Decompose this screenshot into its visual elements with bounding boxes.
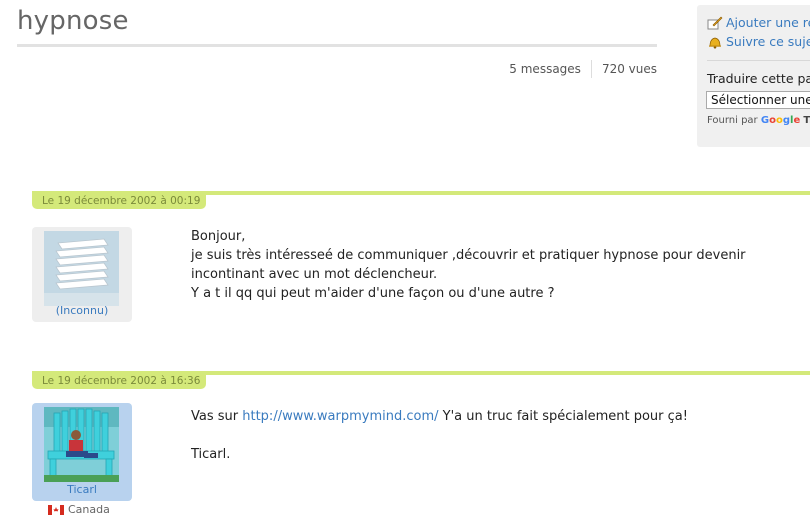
topic-stats: 5 messages 720 vues <box>509 60 657 78</box>
author-name[interactable]: (Inconnu) <box>32 304 132 317</box>
message-line: je suis très intéresseé de communiquer ,… <box>191 248 746 282</box>
pencil-icon <box>707 16 723 30</box>
message-line: Bonjour, <box>191 229 246 244</box>
author-country: Canada <box>48 503 110 516</box>
topic-title: hypnose <box>17 6 129 36</box>
add-reply-link[interactable]: Ajouter une ré <box>707 15 810 30</box>
canada-flag-icon <box>48 504 64 515</box>
avatar[interactable] <box>44 231 119 306</box>
author-card: Ticarl <box>32 403 132 501</box>
message-line: Y a t il qq qui peut m'aider d'une façon… <box>191 286 555 301</box>
message-line: Vas sur http://www.warpmymind.com/ Y'a u… <box>191 409 688 424</box>
external-link[interactable]: http://www.warpmymind.com/ <box>242 409 438 424</box>
message-count: 5 messages <box>509 62 581 76</box>
post-date: Le 19 décembre 2002 à 00:19 <box>32 193 207 209</box>
google-translate-credit: Fourni par Google Tr <box>707 115 810 126</box>
bell-icon <box>707 35 723 49</box>
topic-actions-panel: Ajouter une ré Suivre ce sujet Traduire … <box>697 5 810 147</box>
post-date: Le 19 décembre 2002 à 16:36 <box>32 373 207 389</box>
follow-topic-link[interactable]: Suivre ce sujet <box>707 34 810 49</box>
post-message: Vas sur http://www.warpmymind.com/ Y'a u… <box>191 407 801 464</box>
google-logo: Google <box>760 115 801 126</box>
post-message: Bonjour, je suis très intéresseé de comm… <box>191 227 801 303</box>
view-count: 720 vues <box>601 62 657 76</box>
stats-divider <box>590 60 592 78</box>
translate-label: Traduire cette pag <box>707 71 810 86</box>
panel-divider <box>707 60 810 61</box>
author-name[interactable]: Ticarl <box>32 483 132 496</box>
language-select[interactable]: Sélectionner une <box>706 91 810 109</box>
message-signoff: Ticarl. <box>191 447 231 462</box>
title-divider <box>17 44 657 47</box>
message-line <box>191 426 801 445</box>
author-card: (Inconnu) <box>32 227 132 322</box>
avatar[interactable] <box>44 407 119 482</box>
